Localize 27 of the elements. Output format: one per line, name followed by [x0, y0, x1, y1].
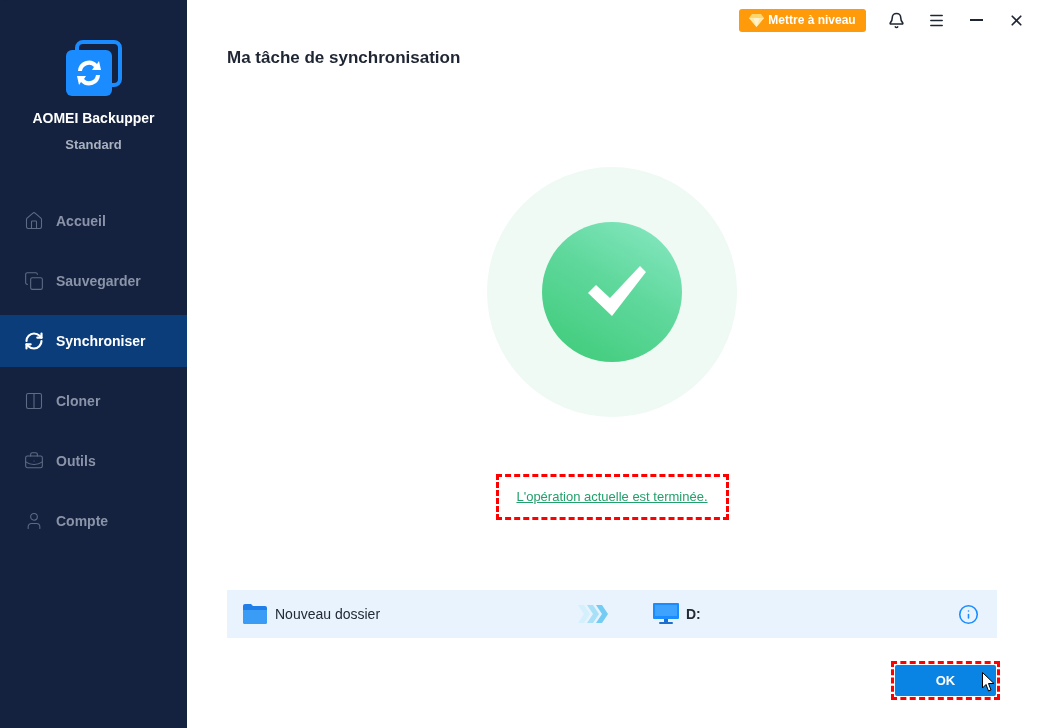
app-edition: Standard — [65, 136, 122, 154]
sidebar-item[interactable]: Accueil — [0, 195, 187, 247]
sidebar-item[interactable]: Compte — [0, 495, 187, 547]
source-folder-label: Nouveau dossier — [275, 604, 381, 624]
stacked-squares-icon — [24, 271, 44, 291]
ok-button[interactable]: OK — [895, 665, 996, 696]
mouse-pointer-icon — [982, 672, 995, 692]
bell-icon — [887, 11, 905, 29]
sync-icon — [24, 331, 44, 351]
sidebar-item[interactable]: Cloner — [0, 375, 187, 427]
sidebar-item[interactable]: Outils — [0, 435, 187, 487]
folder-icon — [243, 604, 267, 624]
info-icon[interactable] — [958, 603, 979, 625]
chevrons-right-icon — [578, 605, 608, 623]
two-panels-icon — [24, 391, 44, 411]
status-link[interactable]: L'opération actuelle est terminée. — [516, 487, 708, 507]
toolbox-icon — [24, 451, 44, 471]
destination-drive-label: D: — [686, 604, 701, 624]
diamond-icon — [749, 13, 765, 27]
app-logo-icon — [65, 40, 122, 96]
monitor-icon — [653, 603, 679, 625]
minimize-icon — [969, 19, 983, 21]
sidebar-item[interactable]: Synchroniser — [0, 315, 187, 367]
app-name: AOMEI Backupper — [32, 109, 155, 127]
sidebar-item[interactable]: Sauvegarder — [0, 255, 187, 307]
house-icon — [24, 211, 44, 231]
page-title: Ma tâche de synchronisation — [227, 48, 461, 68]
